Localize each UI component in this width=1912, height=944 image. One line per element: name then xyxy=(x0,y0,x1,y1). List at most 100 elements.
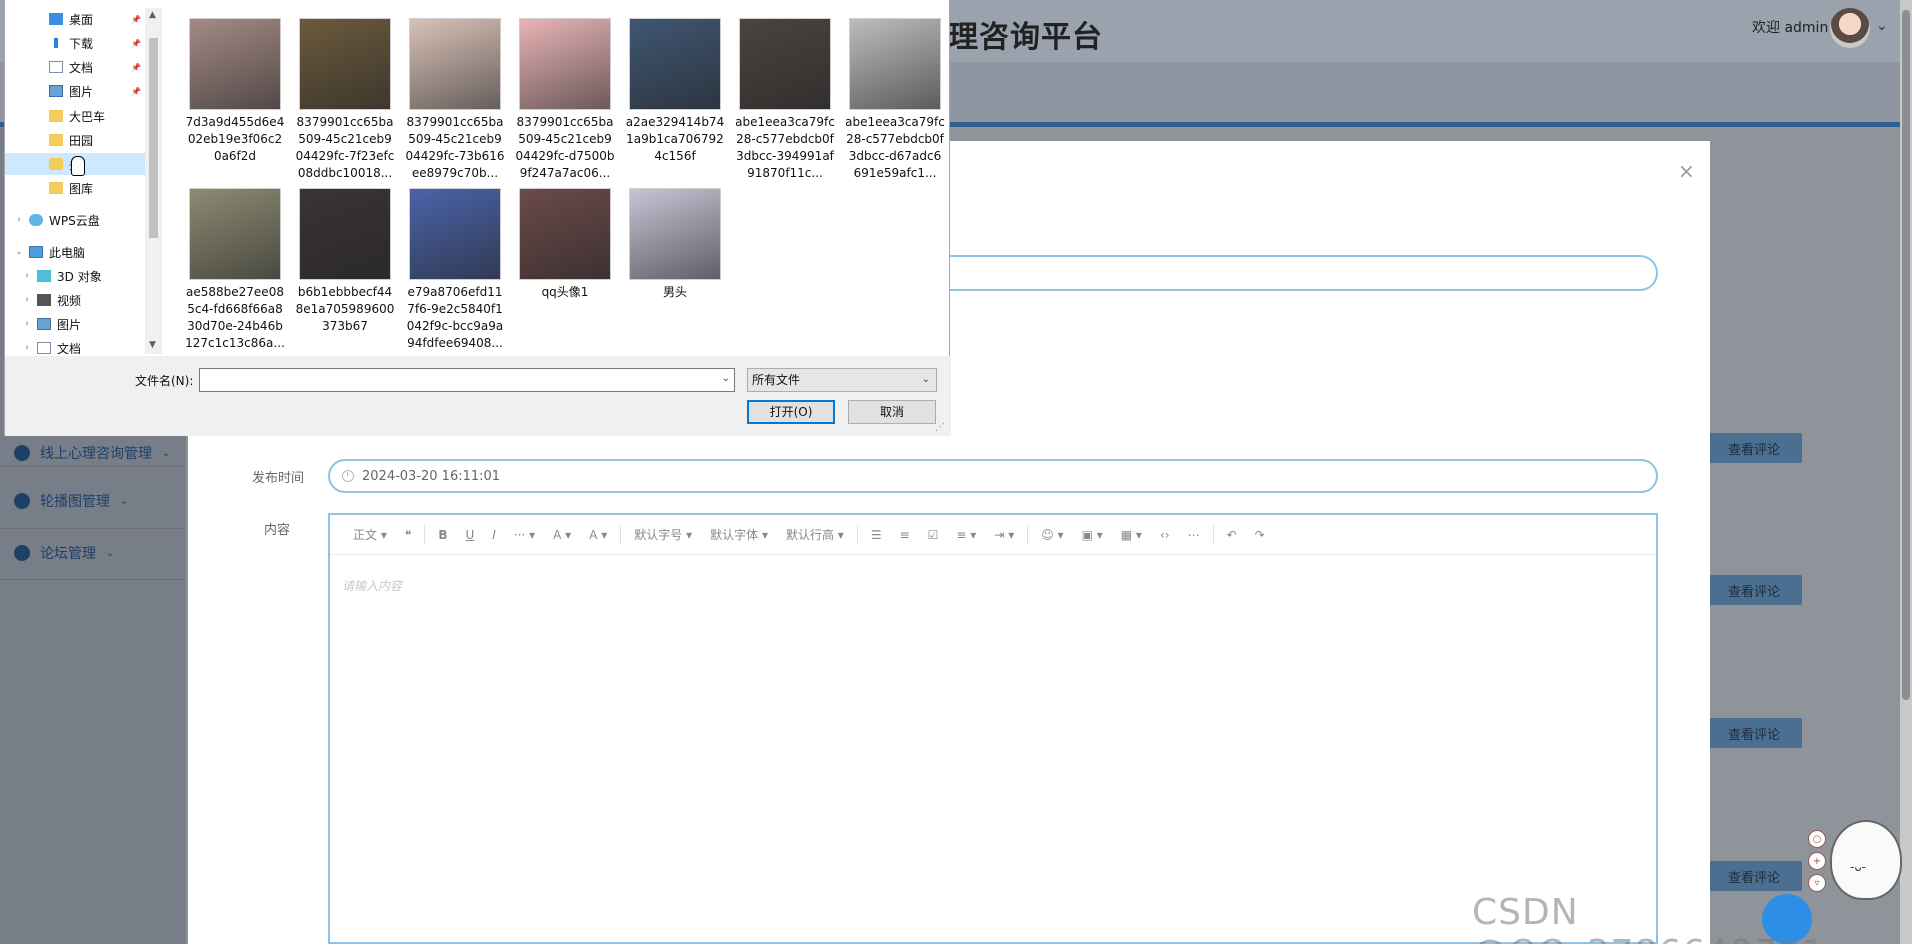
file-item[interactable]: b6b1ebbbecf448e1a705989600373b67 xyxy=(295,188,395,335)
cancel-button[interactable]: 取消 xyxy=(848,400,936,424)
nav-item[interactable]: › 图片 xyxy=(5,313,145,335)
image-thumbnail[interactable] xyxy=(409,188,501,280)
chevron-down-icon[interactable]: ⌄ xyxy=(1876,18,1888,34)
indent-icon[interactable]: ⇥ ▾ xyxy=(985,528,1023,542)
file-item[interactable]: 8379901cc65ba509-45c21ceb904429fc-7f23ef… xyxy=(295,18,395,182)
publish-time-input[interactable]: 2024-03-20 16:11:01 xyxy=(328,459,1658,493)
view-comment-button[interactable]: 查看评论 xyxy=(1706,718,1802,748)
view-comment-button[interactable]: 查看评论 xyxy=(1706,861,1802,891)
paragraph-select[interactable]: 正文 ▾ xyxy=(344,526,396,543)
code-icon[interactable]: ‹› xyxy=(1151,528,1179,542)
todo-icon[interactable]: ☑ xyxy=(919,528,948,542)
image-thumbnail[interactable] xyxy=(849,18,941,110)
cloud-icon xyxy=(29,214,43,226)
nav-item[interactable]: 图库 xyxy=(5,177,145,199)
image-thumbnail[interactable] xyxy=(299,188,391,280)
numbered-list-icon[interactable]: ≡ xyxy=(891,528,919,542)
rich-text-editor[interactable]: 正文 ▾ ❝ B U I ··· ▾ A ▾ A ▾ 默认字号 ▾ 默认字体 ▾… xyxy=(328,513,1658,944)
file-item[interactable]: abe1eea3ca79fc28-c577ebdcb0f3dbcc-d67adc… xyxy=(845,18,945,182)
file-item[interactable]: abe1eea3ca79fc28-c577ebdcb0f3dbcc-394991… xyxy=(735,18,835,182)
file-item[interactable]: 8379901cc65ba509-45c21ceb904429fc-d7500b… xyxy=(515,18,615,182)
desktop-icon xyxy=(49,13,63,25)
scrollbar-thumb[interactable] xyxy=(1902,10,1910,700)
view-comment-button[interactable]: 查看评论 xyxy=(1706,433,1802,463)
font-size-select[interactable]: 默认字号 ▾ xyxy=(625,526,701,543)
file-item[interactable]: a2ae329414b741a9b1ca7067924c156f xyxy=(625,18,725,165)
file-item[interactable]: ae588be27ee085c4-fd668f66a830d70e-24b46b… xyxy=(185,188,285,352)
nav-item[interactable]: ⌄ 此电脑 xyxy=(5,241,145,263)
expand-chevron-icon[interactable]: › xyxy=(13,215,25,225)
expand-chevron-icon[interactable]: › xyxy=(21,319,33,329)
nav-item-label: 大巴车 xyxy=(69,109,106,124)
scrollbar-thumb[interactable] xyxy=(149,38,158,238)
mascot-home-icon[interactable]: + xyxy=(1808,852,1826,870)
emoji-icon[interactable]: ☺ ▾ xyxy=(1032,528,1072,542)
font-family-select[interactable]: 默认字体 ▾ xyxy=(701,526,777,543)
chevron-down-icon[interactable]: ⌄ xyxy=(722,373,730,384)
expand-chevron-icon[interactable]: › xyxy=(21,295,33,305)
expand-chevron-icon[interactable]: › xyxy=(21,271,33,281)
align-icon[interactable]: ≡ ▾ xyxy=(947,528,985,542)
sidebar-item-carousel[interactable]: 轮播图管理 ⌄ xyxy=(14,489,128,513)
mascot-chat-icon[interactable]: ○ xyxy=(1808,830,1826,848)
font-color-icon[interactable]: A ▾ xyxy=(544,528,580,542)
image-thumbnail[interactable] xyxy=(299,18,391,110)
resize-grip-icon[interactable]: ⋰ xyxy=(935,422,945,433)
image-thumbnail[interactable] xyxy=(739,18,831,110)
quote-icon[interactable]: ❝ xyxy=(396,528,420,542)
open-button[interactable]: 打开(O) xyxy=(747,400,835,424)
nav-scrollbar[interactable]: ▲ ▼ xyxy=(145,8,162,354)
image-thumbnail[interactable] xyxy=(409,18,501,110)
redo-icon[interactable]: ↷ xyxy=(1246,528,1274,542)
divider xyxy=(0,528,186,529)
page-scrollbar[interactable] xyxy=(1900,0,1912,944)
file-type-select[interactable]: 所有文件 ⌄ xyxy=(747,368,937,392)
mascot-widget[interactable]: -ᴗ- xyxy=(1830,820,1902,900)
nav-item[interactable]: 田园 xyxy=(5,129,145,151)
nav-item[interactable]: › 视频 xyxy=(5,289,145,311)
background-color-icon[interactable]: A ▾ xyxy=(580,528,616,542)
italic-icon[interactable]: I xyxy=(483,528,505,542)
view-comment-button[interactable]: 查看评论 xyxy=(1706,575,1802,605)
image-thumbnail[interactable] xyxy=(519,188,611,280)
filename-input[interactable]: ⌄ xyxy=(199,368,735,392)
table-icon[interactable]: ▦ ▾ xyxy=(1112,528,1151,542)
bold-icon[interactable]: B xyxy=(429,528,456,542)
sidebar-item-online-consult[interactable]: 线上心理咨询管理 ⌄ xyxy=(14,441,170,465)
nav-item[interactable]: › 3D 对象 xyxy=(5,265,145,287)
nav-item[interactable]: 图片 📌 xyxy=(5,80,145,102)
expand-chevron-icon[interactable]: ⌄ xyxy=(13,247,25,257)
nav-item[interactable]: 大巴车 xyxy=(5,105,145,127)
image-icon[interactable]: ▣ ▾ xyxy=(1073,528,1112,542)
file-item[interactable]: 男头 xyxy=(625,188,725,301)
file-item[interactable]: e79a8706efd117f6-9e2c5840f1042f9c-bcc9a9… xyxy=(405,188,505,352)
nav-item[interactable]: › 文档 xyxy=(5,337,145,354)
close-icon[interactable]: × xyxy=(1678,159,1695,183)
divider-line-icon[interactable]: ⋯ xyxy=(1179,528,1209,542)
file-item[interactable]: 7d3a9d455d6e402eb19e3f06c20a6f2d xyxy=(185,18,285,165)
scroll-up-icon[interactable]: ▲ xyxy=(149,10,156,20)
file-item[interactable]: qq头像1 xyxy=(515,188,615,301)
bullet-list-icon[interactable]: ☰ xyxy=(862,528,891,542)
user-avatar[interactable] xyxy=(1830,8,1870,48)
expand-chevron-icon[interactable]: › xyxy=(21,343,33,353)
nav-item[interactable]: 桌面 📌 xyxy=(5,8,145,30)
file-item[interactable]: 8379901cc65ba509-45c21ceb904429fc-73b616… xyxy=(405,18,505,182)
image-thumbnail[interactable] xyxy=(629,188,721,280)
image-thumbnail[interactable] xyxy=(189,18,281,110)
image-thumbnail[interactable] xyxy=(519,18,611,110)
nav-item[interactable]: 下载 📌 xyxy=(5,32,145,54)
nav-item[interactable]: 文档 📌 xyxy=(5,56,145,78)
sidebar-item-forum[interactable]: 论坛管理 ⌄ xyxy=(14,541,114,565)
more-format-button[interactable]: ··· ▾ xyxy=(505,528,544,542)
line-height-select[interactable]: 默认行高 ▾ xyxy=(777,526,853,543)
image-thumbnail[interactable] xyxy=(629,18,721,110)
scroll-down-icon[interactable]: ▼ xyxy=(149,340,156,350)
underline-icon[interactable]: U xyxy=(456,528,483,542)
undo-icon[interactable]: ↶ xyxy=(1218,528,1246,542)
mascot-info-icon[interactable]: ▿ xyxy=(1808,874,1826,892)
filename-label: 文件名(N): xyxy=(135,374,194,388)
image-thumbnail[interactable] xyxy=(189,188,281,280)
forum-icon xyxy=(14,545,30,561)
nav-item[interactable]: › WPS云盘 xyxy=(5,209,145,231)
